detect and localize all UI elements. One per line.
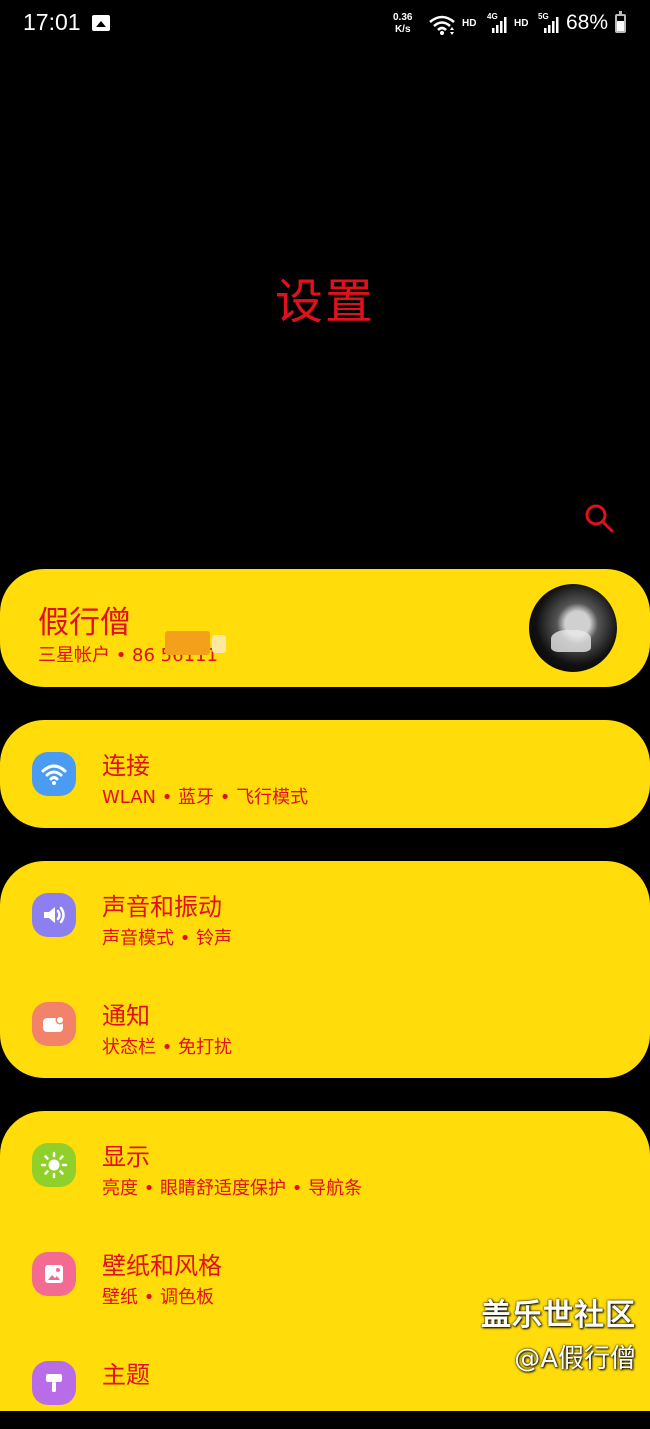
settings-item-subtitle: 声音模式 • 铃声 [102,928,233,949]
settings-item-label: 连接 [102,752,150,780]
battery-percent: 68% [566,11,609,34]
cell-signal-icon-1 [492,17,507,33]
avatar[interactable] [529,584,617,672]
settings-item-sound[interactable]: 声音和振动 声音模式 • 铃声 [0,861,650,961]
page-title: 设置 [274,274,375,330]
settings-item-label: 声音和振动 [102,893,222,921]
wallpaper-icon [32,1252,76,1296]
wifi-icon [32,752,76,796]
settings-item-label: 主题 [102,1361,150,1389]
network-speed-value: 0.36 [393,12,413,23]
status-time: 17:01 [23,9,81,35]
theme-brush-icon [32,1361,76,1405]
network-speed: 0.36 K/s [393,12,412,36]
watermark-community: 盖乐世社区 [481,1298,636,1333]
settings-item-label: 壁纸和风格 [102,1252,222,1280]
search-icon[interactable] [583,502,615,534]
settings-item-subtitle: WLAN • 蓝牙 • 飞行模式 [102,787,309,808]
settings-item-label: 显示 [102,1143,150,1171]
redaction-mask [165,631,210,655]
wifi-signal-icon [429,15,455,35]
account-name: 假行僧 [38,605,131,641]
hd-label-1: HD [462,18,477,29]
settings-item-notifications[interactable]: 通知 状态栏 • 免打扰 [0,970,650,1070]
settings-item-label: 通知 [102,1002,150,1030]
notification-icon [32,1002,76,1046]
watermark-author: @A假行僧 [514,1344,636,1374]
settings-item-connections[interactable]: 连接 WLAN • 蓝牙 • 飞行模式 [0,720,650,820]
gallery-notification-icon [92,15,110,31]
hd-label-2: HD [514,18,529,29]
volume-icon [32,893,76,937]
settings-group-sound-notifications: 声音和振动 声音模式 • 铃声 通知 状态栏 • 免打扰 [0,861,650,1078]
cell-signal-icon-2 [544,17,559,33]
settings-item-subtitle: 亮度 • 眼睛舒适度保护 • 导航条 [102,1178,363,1199]
account-card[interactable]: 假行僧 三星帐户 • 86 56111 [0,569,650,687]
settings-item-subtitle: 状态栏 • 免打扰 [102,1037,233,1058]
network-speed-unit: K/s [394,24,411,35]
status-bar: 17:01 0.36 K/s HD 4G HD 5G 68% [0,0,650,48]
settings-item-display[interactable]: 显示 亮度 • 眼睛舒适度保护 • 导航条 [0,1111,650,1211]
brightness-icon [32,1143,76,1187]
settings-group-connections: 连接 WLAN • 蓝牙 • 飞行模式 [0,720,650,828]
battery-icon [615,11,626,33]
redaction-mask-fade [212,635,226,653]
settings-item-subtitle: 壁纸 • 调色板 [102,1287,215,1308]
